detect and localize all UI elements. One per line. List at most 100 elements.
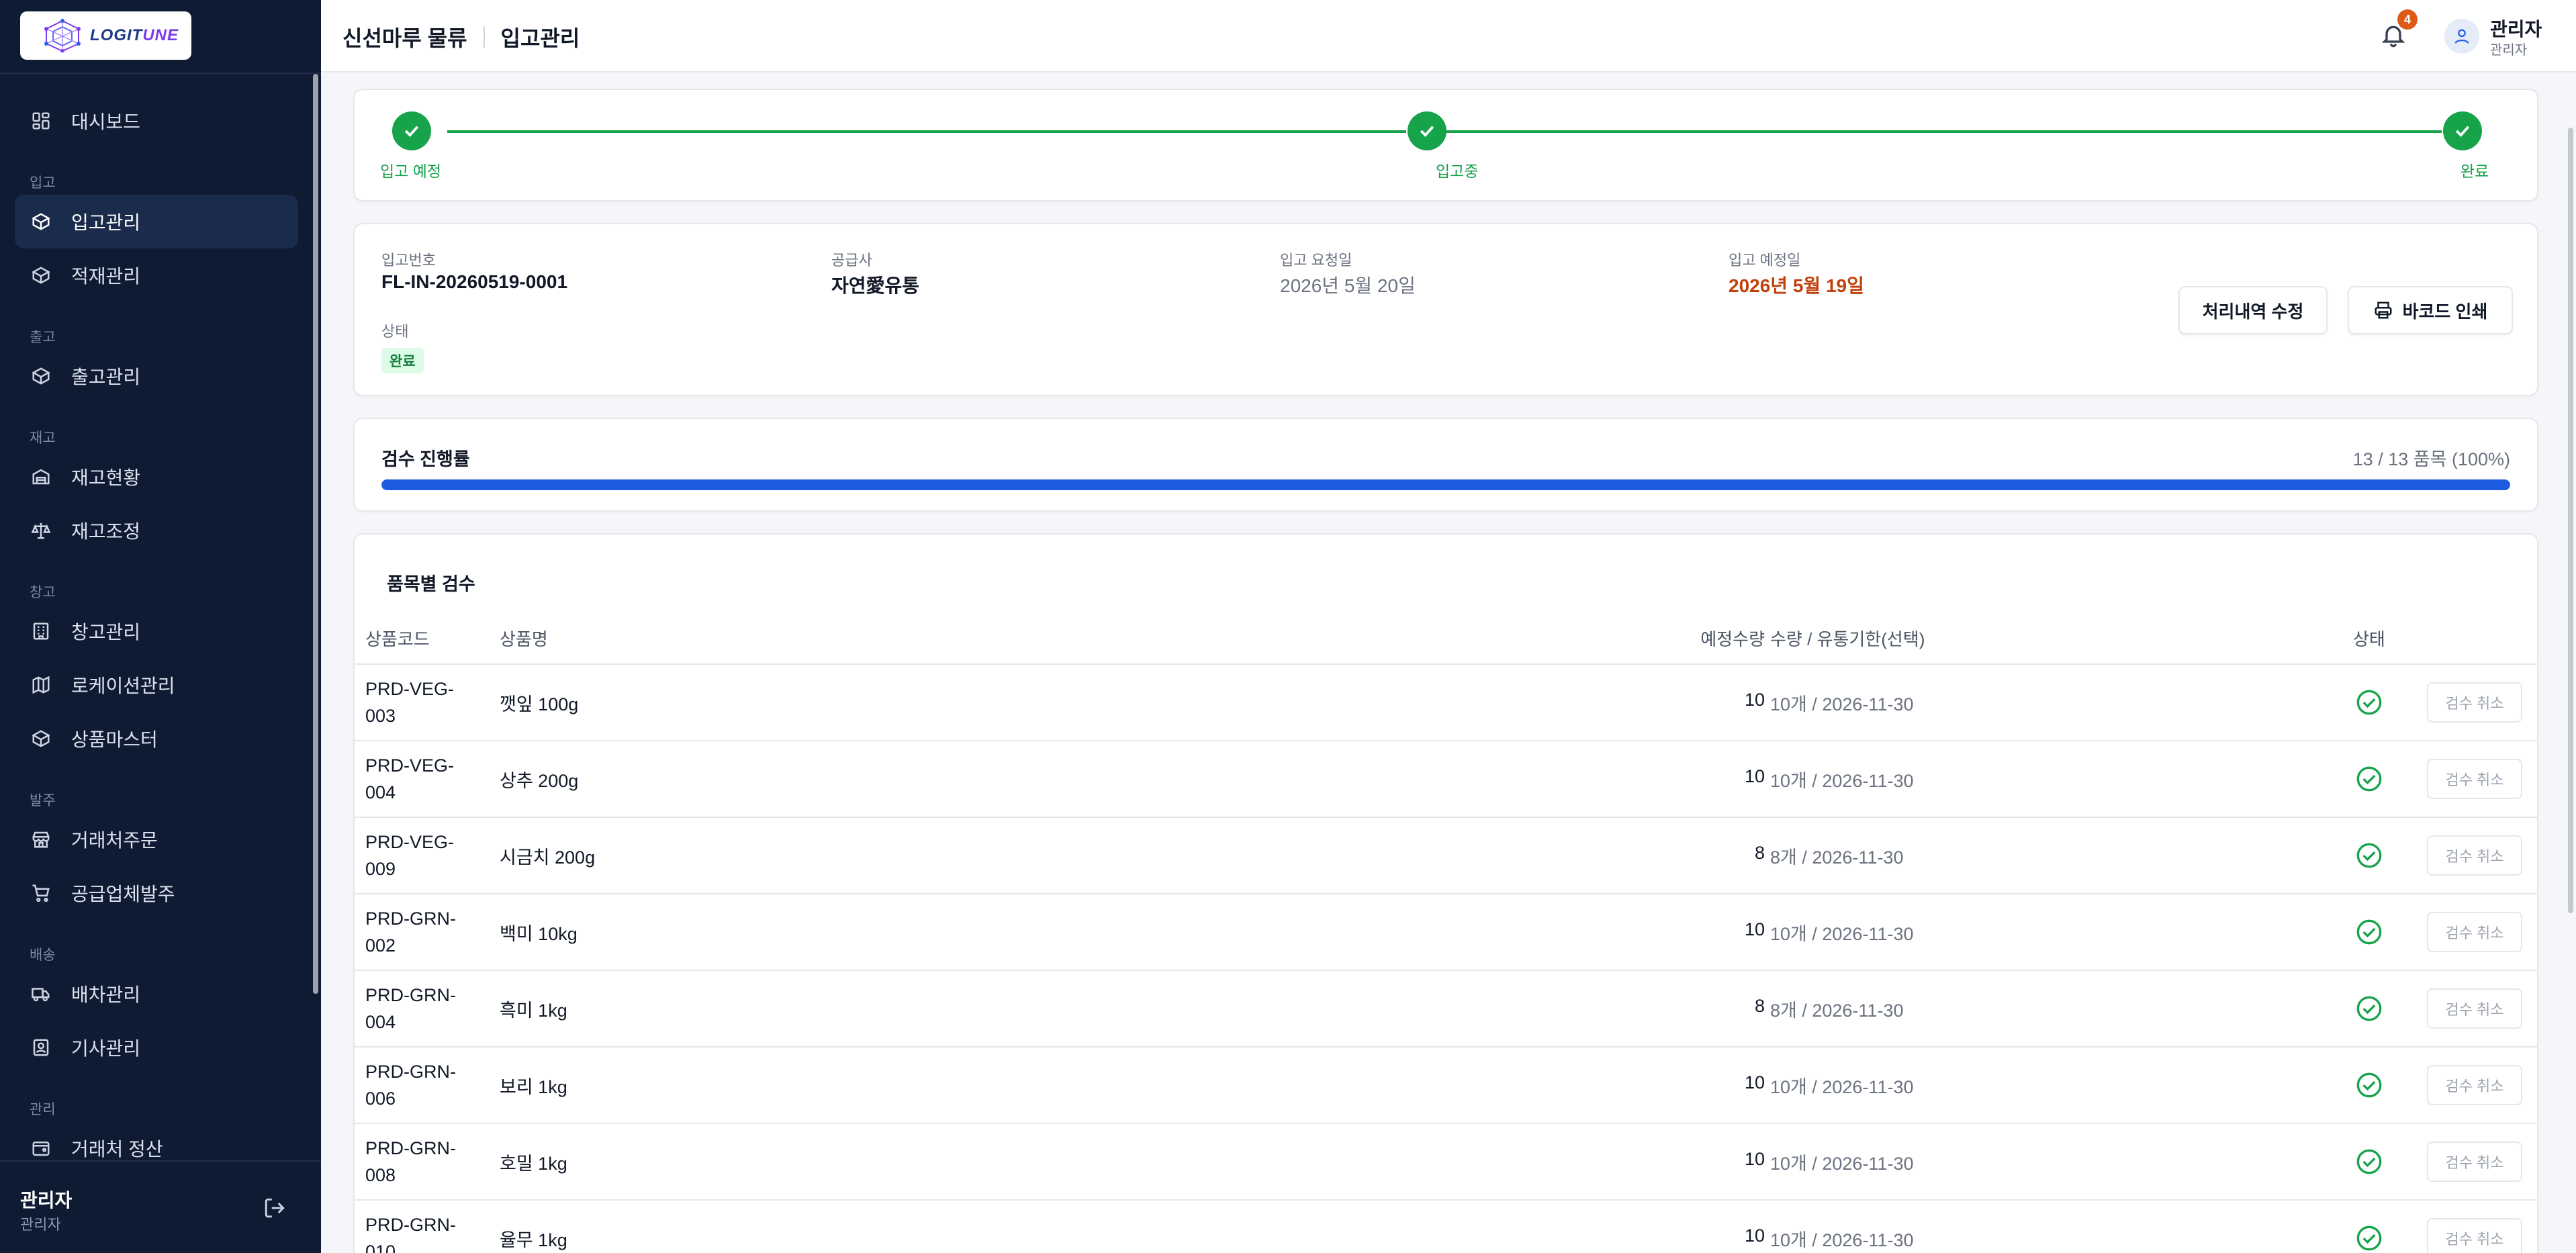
request-date: 2026년 5월 20일 xyxy=(1280,275,1416,296)
company-name: 신선마루 물류 xyxy=(342,26,467,50)
main-scrollbar[interactable] xyxy=(2568,128,2573,913)
nav-group-delivery: 배송 xyxy=(30,947,56,963)
sidebar-item-product-master[interactable]: 상품마스터 xyxy=(15,712,298,765)
step-done-dot xyxy=(392,111,431,150)
id-card-icon xyxy=(33,1039,49,1056)
edit-history-button[interactable]: 처리내역 수정 xyxy=(2178,286,2328,334)
barcode-print-button[interactable]: 바코드 인쇄 xyxy=(2348,286,2513,334)
sidebar-item-label: 상품마스터 xyxy=(71,729,158,750)
qty-expiry: 8개 / 2026-11-30 xyxy=(1770,847,1904,868)
supplier-name: 자연愛유통 xyxy=(831,275,920,296)
sidebar-item-location[interactable]: 로케이션관리 xyxy=(15,658,298,712)
table-row: PRD-GRN-004 흑미 1kg 8 8개 / 2026-11-30 검수 취소 xyxy=(355,971,2537,1048)
cancel-inspection-button[interactable]: 검수 취소 xyxy=(2427,759,2522,799)
scheduled-date-label: 입고 예정일 xyxy=(1729,252,1801,269)
map-icon xyxy=(32,676,50,694)
product-code: PRD-GRN-010 xyxy=(365,1215,456,1253)
sidebar-item-label: 기사관리 xyxy=(71,1038,141,1059)
scale-icon xyxy=(31,522,51,539)
planned-qty: 10 xyxy=(1744,919,1765,939)
check-circle-icon xyxy=(2356,1072,2382,1098)
sidebar-item-supplier-po[interactable]: 공급업체발주 xyxy=(15,866,298,920)
cancel-inspection-button[interactable]: 검수 취소 xyxy=(2427,912,2522,952)
column-header-qty: 예정수량 xyxy=(1700,629,1765,649)
nav-group-manage: 관리 xyxy=(30,1102,56,1117)
truck-icon xyxy=(32,988,50,1002)
product-code: PRD-GRN-004 xyxy=(365,985,456,1032)
cancel-inspection-button[interactable]: 검수 취소 xyxy=(2427,835,2522,876)
cart-icon xyxy=(32,884,50,902)
progress-title: 검수 진행률 xyxy=(381,449,470,469)
sidebar-item-outbound[interactable]: 출고관리 xyxy=(15,349,298,403)
logo[interactable]: LOGITUNE xyxy=(20,11,191,60)
sidebar-divider xyxy=(0,73,321,74)
check-circle-icon xyxy=(2356,766,2382,792)
sidebar-item-putaway[interactable]: 적재관리 xyxy=(15,248,298,302)
page-title: 입고관리 xyxy=(500,26,580,50)
sidebar-item-label: 창고관리 xyxy=(71,622,141,643)
logo-cube-icon xyxy=(44,19,81,52)
table-title: 품목별 검수 xyxy=(387,574,475,594)
table-row: PRD-GRN-010 율무 1kg 10 10개 / 2026-11-30 검수 취소 xyxy=(355,1201,2537,1253)
box-icon xyxy=(32,213,50,230)
sidebar-item-client-order[interactable]: 거래처주문 xyxy=(15,813,298,866)
sidebar-scrollbar[interactable] xyxy=(313,74,318,994)
progress-bar-fill xyxy=(381,479,2510,490)
column-header-status: 상태 xyxy=(2353,629,2385,649)
breadcrumb-separator xyxy=(483,26,485,48)
cancel-inspection-button[interactable]: 검수 취소 xyxy=(2427,1065,2522,1105)
planned-qty: 8 xyxy=(1754,843,1765,863)
check-circle-icon xyxy=(2356,996,2382,1021)
supplier-label: 공급사 xyxy=(831,252,872,269)
notification-badge: 4 xyxy=(2397,9,2418,30)
nav-group-order: 발주 xyxy=(30,793,56,808)
inbound-no: FL-IN-20260519-0001 xyxy=(381,271,568,292)
sidebar-item-stock-adjust[interactable]: 재고조정 xyxy=(15,504,298,557)
logout-icon[interactable] xyxy=(263,1197,286,1219)
qty-expiry: 10개 / 2026-11-30 xyxy=(1770,1154,1914,1174)
sidebar-item-dispatch[interactable]: 배차관리 xyxy=(15,967,298,1021)
product-name: 흑미 1kg xyxy=(500,1001,567,1021)
sidebar-item-label: 재고현황 xyxy=(71,467,141,488)
sidebar-item-label: 적재관리 xyxy=(71,266,141,287)
planned-qty: 10 xyxy=(1744,1225,1765,1246)
inspection-progress-card: 검수 진행률 13 / 13 품목 (100%) xyxy=(353,418,2538,512)
qty-expiry: 8개 / 2026-11-30 xyxy=(1770,1001,1904,1021)
sidebar-item-driver[interactable]: 기사관리 xyxy=(15,1021,298,1074)
cancel-inspection-button[interactable]: 검수 취소 xyxy=(2427,1218,2522,1253)
check-circle-icon xyxy=(2356,1149,2382,1174)
step-done-dot xyxy=(1408,111,1446,150)
wallet-icon xyxy=(32,1142,50,1156)
dashboard-icon xyxy=(32,112,50,130)
sidebar-item-inbound[interactable]: 입고관리 xyxy=(15,195,298,248)
table-row: PRD-GRN-006 보리 1kg 10 10개 / 2026-11-30 검수 취소 xyxy=(355,1048,2537,1124)
table-row: PRD-GRN-002 백미 10kg 10 10개 / 2026-11-30 검수 취… xyxy=(355,894,2537,971)
nav-group-outbound: 출고 xyxy=(30,330,56,345)
building-icon xyxy=(33,622,49,640)
planned-qty: 10 xyxy=(1744,690,1765,710)
cancel-inspection-button[interactable]: 검수 취소 xyxy=(2427,682,2522,723)
edit-history-label: 처리내역 수정 xyxy=(2202,301,2304,322)
product-name: 시금치 200g xyxy=(500,847,596,868)
sidebar-item-dashboard[interactable]: 대시보드 xyxy=(15,94,298,148)
cancel-inspection-button[interactable]: 검수 취소 xyxy=(2427,988,2522,1029)
sidebar: LOGITUNE 대시보드 입고 입고관리 적재관리 출고 출고관리 재고 재고… xyxy=(0,0,321,1253)
scheduled-date: 2026년 5월 19일 xyxy=(1729,275,1864,296)
logo-text: LOGITUNE xyxy=(90,26,179,44)
sidebar-item-stock-status[interactable]: 재고현황 xyxy=(15,450,298,504)
product-code: PRD-VEG-004 xyxy=(365,755,455,802)
sidebar-item-label: 재고조정 xyxy=(71,521,141,542)
sidebar-item-warehouse[interactable]: 창고관리 xyxy=(15,604,298,658)
product-name: 상추 200g xyxy=(500,771,579,791)
avatar[interactable] xyxy=(2444,19,2479,54)
product-name: 율무 1kg xyxy=(500,1230,567,1250)
breadcrumb: 신선마루 물류 입고관리 xyxy=(342,21,580,52)
qty-expiry: 10개 / 2026-11-30 xyxy=(1770,924,1914,944)
inbound-no-label: 입고번호 xyxy=(381,252,436,269)
cancel-inspection-button[interactable]: 검수 취소 xyxy=(2427,1142,2522,1182)
check-icon xyxy=(1420,126,1434,137)
status-label: 상태 xyxy=(381,323,409,340)
warehouse-icon xyxy=(32,469,50,485)
box-icon xyxy=(32,730,50,747)
product-code: PRD-VEG-009 xyxy=(365,832,455,879)
